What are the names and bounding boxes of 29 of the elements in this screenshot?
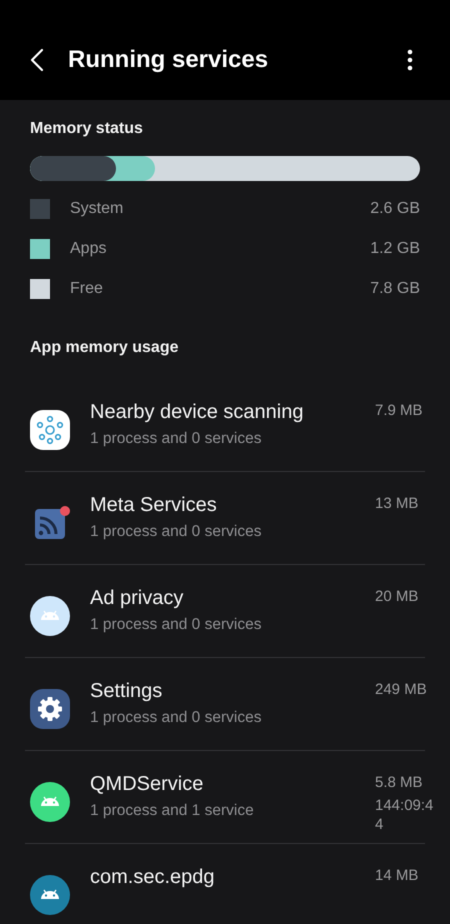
section-heading: Memory status [30,120,144,138]
memory-size: 249 MB [375,680,428,699]
process-count: 1 process and 0 services [90,709,262,727]
process-count: 1 process and 0 services [90,430,262,448]
app-name[interactable]: Ad privacy [90,587,375,610]
legend-label: Free [70,280,104,298]
running-time: 144:09:44 [375,796,434,834]
page-title: Running services [68,46,270,74]
memory-size: 20 MB [375,587,420,606]
legend-value: 7.8 GB [370,280,420,298]
app-name[interactable]: com.sec.epdg [90,866,375,889]
legend-label: Apps [70,240,108,258]
memory-size: 13 MB [375,494,420,513]
app-name[interactable]: Meta Services [90,494,375,517]
app-name[interactable]: Settings [90,680,375,703]
memory-size: 7.9 MB [375,401,424,420]
process-count: 1 process and 0 services [90,616,262,634]
process-count: 1 process and 1 service [90,802,255,820]
section-heading: App memory usage [30,339,180,357]
back-icon[interactable] [30,48,44,72]
more-options-icon[interactable] [407,49,413,71]
process-count: 1 process and 0 services [90,523,262,541]
memory-size: 5.8 MB [375,773,424,792]
app-name[interactable]: Nearby device scanning [90,401,375,424]
legend-label: System [70,200,124,218]
legend-value: 2.6 GB [370,200,420,218]
memory-size: 14 MB [375,866,420,885]
legend-value: 1.2 GB [370,240,420,258]
app-name[interactable]: QMDService [90,773,375,796]
